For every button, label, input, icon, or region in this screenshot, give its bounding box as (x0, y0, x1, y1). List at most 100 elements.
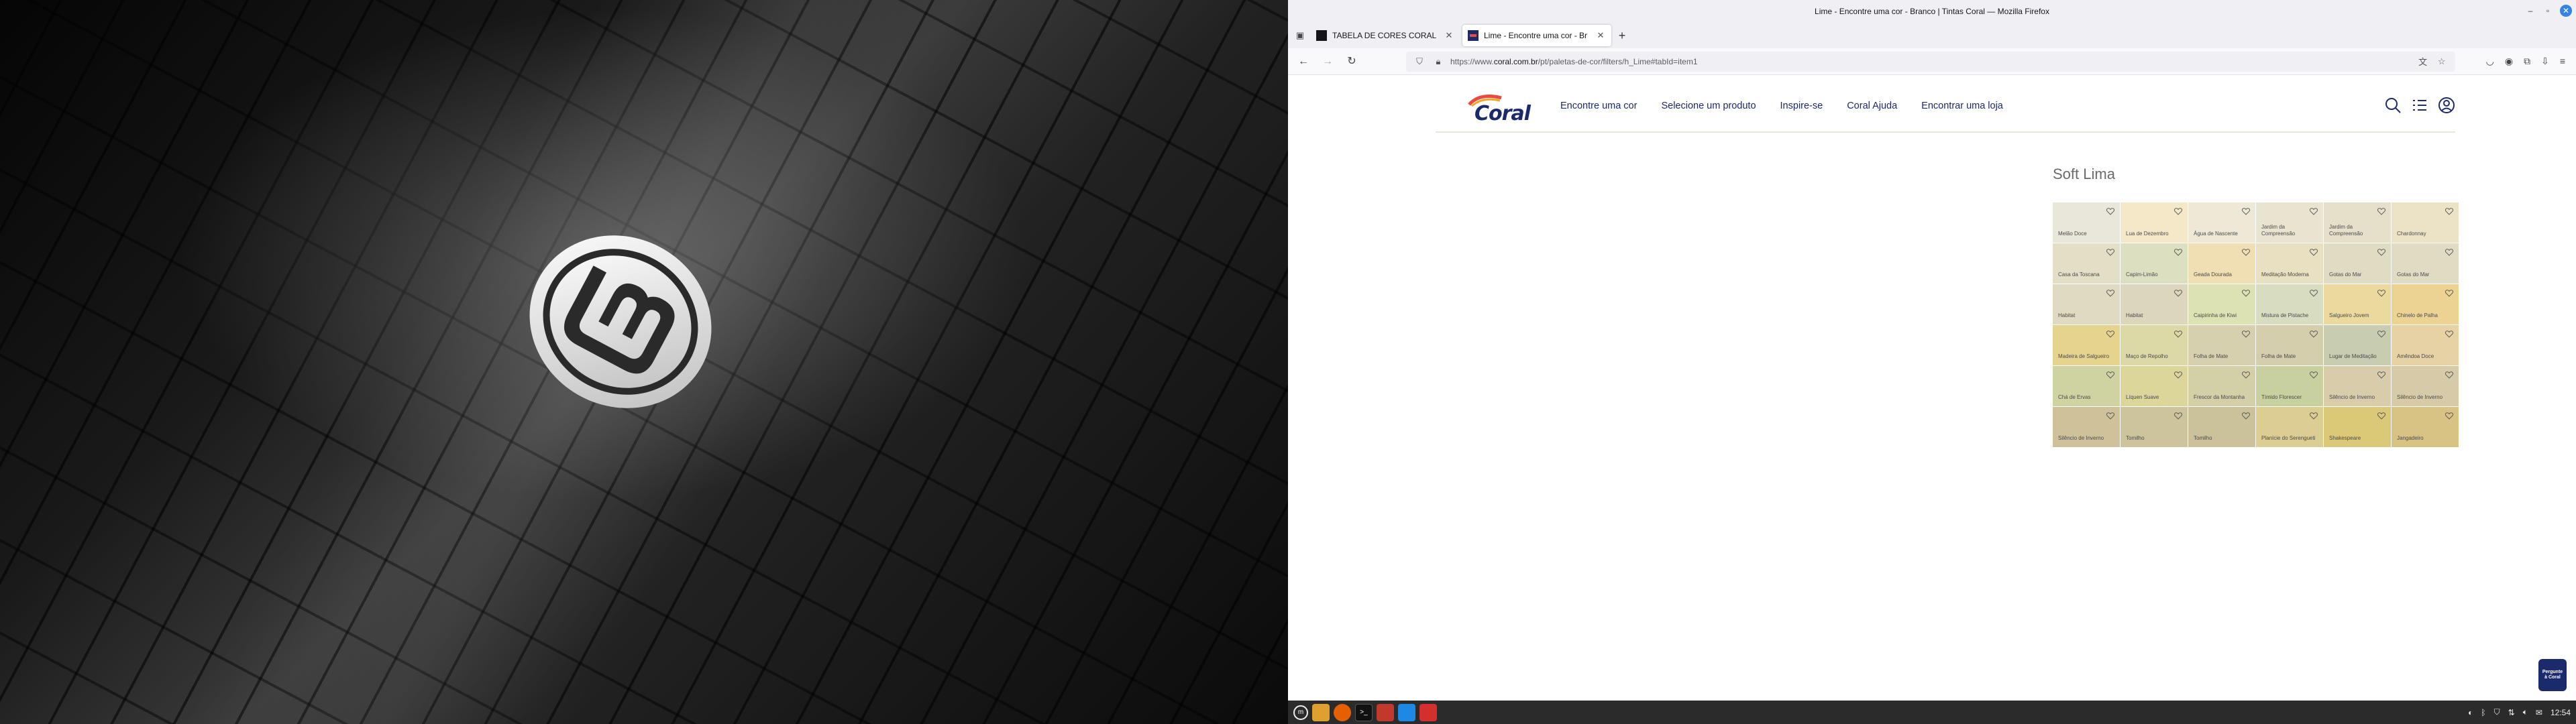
favorite-heart-icon[interactable] (2310, 249, 2318, 256)
favorite-heart-icon[interactable] (2445, 412, 2453, 420)
nav-encontrar-uma-loja[interactable]: Encontrar uma loja (1909, 101, 2015, 111)
tab-lime-encontre-uma-cor[interactable]: Lime - Encontre uma cor - Br ✕ (1462, 25, 1611, 46)
favorite-heart-icon[interactable] (2106, 330, 2114, 338)
network-icon[interactable]: ⇅ (2508, 708, 2515, 717)
favorite-heart-icon[interactable] (2310, 208, 2318, 215)
color-swatch[interactable]: Casa da Toscana (2053, 243, 2120, 284)
color-swatch[interactable]: Folha de Mate (2188, 325, 2255, 365)
ask-coral-chat-button[interactable]: Pergunte à Coral (2538, 659, 2567, 691)
folder-icon[interactable] (1312, 703, 1330, 721)
color-swatch[interactable]: Lugar de Meditação (2324, 325, 2391, 365)
favorite-heart-icon[interactable] (2377, 330, 2385, 338)
favorite-heart-icon[interactable] (2445, 208, 2453, 215)
bookmark-star-icon[interactable]: ☆ (2435, 56, 2449, 67)
maximize-icon[interactable]: ▫ (2542, 5, 2553, 16)
favorite-heart-icon[interactable] (2445, 249, 2453, 256)
color-swatch[interactable]: Habitat (2053, 284, 2120, 324)
forward-icon[interactable]: → (1318, 52, 1338, 72)
color-swatch[interactable]: Geada Dourada (2188, 243, 2255, 284)
minimize-icon[interactable]: – (2525, 5, 2536, 16)
favorite-heart-icon[interactable] (2377, 290, 2385, 297)
color-swatch[interactable]: Gotas do Mar (2324, 243, 2391, 284)
color-swatch[interactable]: Amêndoa Doce (2392, 325, 2459, 365)
color-swatch[interactable]: Folha de Mate (2256, 325, 2323, 365)
firefox-icon[interactable] (1334, 703, 1351, 721)
checklist-icon[interactable] (2411, 97, 2428, 114)
favorite-heart-icon[interactable] (2174, 290, 2182, 297)
tab-tabela-de-cores[interactable]: TABELA DE CORES CORAL - ✕ (1311, 25, 1460, 46)
color-swatch[interactable]: Jardim da Compreensão (2256, 202, 2323, 243)
favorite-heart-icon[interactable] (2106, 290, 2114, 297)
favorite-heart-icon[interactable] (2377, 371, 2385, 379)
favorite-heart-icon[interactable] (2377, 249, 2385, 256)
pdf-icon[interactable] (1419, 703, 1437, 721)
url-bar[interactable]: ⛉ 🔒︎ https://www.coral.com.br/pt/paletas… (1406, 51, 2455, 72)
close-window-icon[interactable]: ✕ (2560, 5, 2572, 17)
favorite-heart-icon[interactable] (2242, 412, 2250, 420)
color-swatch[interactable]: Chá de Ervas (2053, 366, 2120, 406)
tracking-protection-icon[interactable]: ⛉ (1413, 56, 1426, 67)
color-swatch[interactable]: Água de Nascente (2188, 202, 2255, 243)
favorite-heart-icon[interactable] (2310, 330, 2318, 338)
favorite-heart-icon[interactable] (2445, 330, 2453, 338)
favorite-heart-icon[interactable] (2310, 290, 2318, 297)
nav-selecione-um-produto[interactable]: Selecione um produto (1649, 101, 1768, 111)
favorite-heart-icon[interactable] (2174, 208, 2182, 215)
color-swatch[interactable]: Gotas do Mar (2392, 243, 2459, 284)
color-swatch[interactable]: Caipirinha de Kiwi (2188, 284, 2255, 324)
downloads-icon[interactable]: ⇩ (2541, 56, 2549, 67)
favorite-heart-icon[interactable] (2174, 371, 2182, 379)
spreadsheet-icon[interactable] (1377, 703, 1394, 721)
favorite-heart-icon[interactable] (2445, 371, 2453, 379)
color-swatch[interactable]: Meditação Moderna (2256, 243, 2323, 284)
color-swatch[interactable]: Frescor da Montanha (2188, 366, 2255, 406)
account-icon[interactable]: ◉ (2505, 56, 2513, 67)
nav-encontre-uma-cor[interactable]: Encontre uma cor (1548, 101, 1649, 111)
favorite-heart-icon[interactable] (2445, 290, 2453, 297)
favorite-heart-icon[interactable] (2106, 371, 2114, 379)
coral-logo[interactable]: Coral (1449, 91, 1531, 131)
color-swatch[interactable]: Mistura de Pistache (2256, 284, 2323, 324)
color-swatch[interactable]: Chinelo de Palha (2392, 284, 2459, 324)
favorite-heart-icon[interactable] (2242, 330, 2250, 338)
favorite-heart-icon[interactable] (2106, 208, 2114, 215)
color-swatch[interactable]: Jangadeiro (2392, 407, 2459, 447)
color-swatch[interactable]: Silêncio de Inverno (2324, 366, 2391, 406)
favorite-heart-icon[interactable] (2377, 412, 2385, 420)
color-swatch[interactable]: Tomilho (2188, 407, 2255, 447)
color-swatch[interactable]: Shakespeare (2324, 407, 2391, 447)
favorite-heart-icon[interactable] (2242, 371, 2250, 379)
color-swatch[interactable]: Jardim da Compreensão (2324, 202, 2391, 243)
favorite-heart-icon[interactable] (2377, 208, 2385, 215)
nav-inspire-se[interactable]: Inspire-se (1768, 101, 1835, 111)
favorite-heart-icon[interactable] (2310, 371, 2318, 379)
color-swatch[interactable]: Tímido Florescer (2256, 366, 2323, 406)
reload-icon[interactable]: ↻ (1342, 52, 1362, 72)
color-swatch[interactable]: Chardonnay (2392, 202, 2459, 243)
nav-coral-ajuda[interactable]: Coral Ajuda (1835, 101, 1909, 111)
color-swatch[interactable]: Madeira de Salgueiro (2053, 325, 2120, 365)
favorite-heart-icon[interactable] (2106, 249, 2114, 256)
favorite-heart-icon[interactable] (2106, 412, 2114, 420)
new-tab-icon[interactable]: + (1614, 27, 1630, 44)
terminal-icon[interactable]: >_ (1355, 703, 1373, 721)
bluetooth-icon[interactable]: ᛒ (2481, 708, 2485, 717)
user-account-icon[interactable] (2438, 97, 2455, 114)
favorite-heart-icon[interactable] (2242, 249, 2250, 256)
clock[interactable]: 12:54 (2551, 708, 2571, 717)
color-swatch[interactable]: Melão Doce (2053, 202, 2120, 243)
color-swatch[interactable]: Tomilho (2121, 407, 2188, 447)
favorite-heart-icon[interactable] (2310, 412, 2318, 420)
color-swatch[interactable]: Planície do Serengueti (2256, 407, 2323, 447)
favorite-heart-icon[interactable] (2242, 290, 2250, 297)
mint-menu-icon[interactable]: m (1293, 705, 1308, 720)
pocket-icon[interactable]: ◡ (2486, 56, 2494, 67)
color-swatch[interactable]: Salgueiro Jovem (2324, 284, 2391, 324)
favorite-heart-icon[interactable] (2242, 208, 2250, 215)
hamburger-menu-icon[interactable]: ≡ (2560, 56, 2565, 67)
favorite-heart-icon[interactable] (2174, 330, 2182, 338)
discord-icon[interactable]: ◐ (2468, 708, 2473, 717)
volume-icon[interactable]: 🔈︎ (2523, 707, 2528, 717)
notifications-icon[interactable]: ✉ (2536, 708, 2542, 717)
lock-icon[interactable]: 🔒︎ (1432, 56, 1445, 67)
